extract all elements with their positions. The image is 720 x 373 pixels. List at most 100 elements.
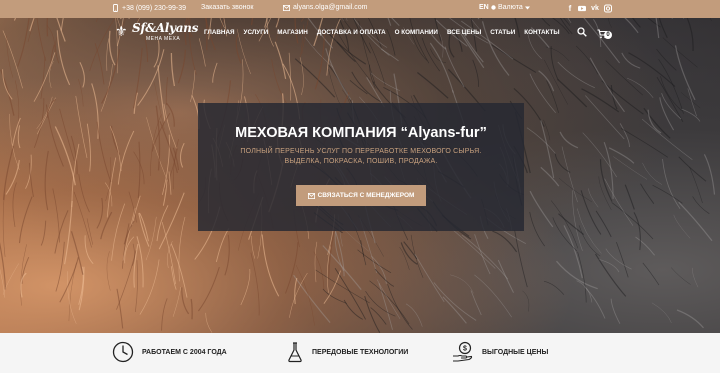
fur-strand <box>583 286 606 319</box>
fur-strand <box>444 46 465 88</box>
fur-strand <box>670 267 691 285</box>
fur-strand <box>656 48 677 71</box>
fur-strand <box>452 229 496 269</box>
fur-strand <box>414 254 445 303</box>
search-icon[interactable] <box>577 27 587 37</box>
fur-strand <box>680 92 701 109</box>
fur-strand <box>603 142 614 199</box>
fur-strand <box>157 65 166 122</box>
fur-strand <box>100 211 113 240</box>
contact-manager-button[interactable]: СВЯЗАТЬСЯ С МЕНЕДЖЕРОМ <box>296 185 426 206</box>
fur-strand <box>619 123 630 148</box>
nav-item-shop[interactable]: МАГАЗИН <box>277 29 308 36</box>
fur-strand <box>642 162 663 185</box>
facebook-icon[interactable]: f <box>566 4 574 13</box>
currency-dropdown[interactable]: Валюта <box>491 4 530 11</box>
fur-strand <box>9 113 20 170</box>
fur-strand <box>224 234 230 276</box>
language-switch[interactable]: EN <box>479 4 489 11</box>
fur-strand <box>96 121 112 183</box>
fur-strand <box>12 182 17 227</box>
fur-strand <box>561 146 578 203</box>
feature-label: ВЫГОДНЫЕ ЦЕНЫ <box>482 348 549 356</box>
fur-strand <box>96 197 104 229</box>
callback-link[interactable]: Заказать звонок <box>201 4 253 11</box>
fur-strand <box>461 234 509 280</box>
fur-strand <box>611 202 654 240</box>
fur-strand <box>491 44 537 73</box>
fur-strand <box>294 58 336 98</box>
nav-item-delivery[interactable]: ДОСТАВКА И ОПЛАТА <box>317 29 386 36</box>
fur-strand <box>652 184 683 204</box>
fur-strand <box>678 201 713 242</box>
nav-item-articles[interactable]: СТАТЬИ <box>490 29 515 36</box>
fur-strand <box>470 290 482 316</box>
fox-logo-icon: ⚜ <box>115 23 128 39</box>
fur-strand <box>557 78 588 108</box>
fur-strand <box>181 287 190 315</box>
nav-item-services[interactable]: УСЛУГИ <box>244 29 269 36</box>
fur-strand <box>604 178 634 226</box>
fur-strand <box>14 80 20 127</box>
site-logo[interactable]: ⚜ Sf&Alyans MEHA MEXA <box>115 21 198 45</box>
fur-strand <box>124 236 135 264</box>
fur-strand <box>522 290 530 312</box>
fur-strand <box>594 253 627 297</box>
fur-strand <box>78 78 84 107</box>
feature-label: ПЕРЕДОВЫЕ ТЕХНОЛОГИИ <box>312 348 409 356</box>
fur-strand <box>608 147 635 164</box>
fur-strand <box>357 249 392 274</box>
nav-menu: ГЛАВНАЯ УСЛУГИ МАГАЗИН ДОСТАВКА И ОПЛАТА… <box>204 29 560 36</box>
fur-strand <box>17 125 21 149</box>
fur-strand <box>474 234 491 275</box>
fur-strand <box>261 234 280 297</box>
email-address[interactable]: alyans.olga@gmail.com <box>293 4 367 11</box>
email-contact[interactable]: alyans.olga@gmail.com <box>283 4 367 11</box>
fur-strand <box>100 63 113 112</box>
fur-strand <box>212 62 218 83</box>
top-bar: +38 (099) 230-99-39 Заказать звонок alya… <box>0 0 720 18</box>
vk-icon[interactable]: vk <box>590 4 600 13</box>
fur-strand <box>526 127 556 154</box>
fur-strand <box>616 241 629 278</box>
logo-brand-text: Sf&Alyans <box>132 21 199 35</box>
fur-strand <box>692 196 710 214</box>
phone-contact[interactable]: +38 (099) 230-99-39 <box>113 4 186 12</box>
nav-item-home[interactable]: ГЛАВНАЯ <box>204 29 235 36</box>
fur-strand <box>474 274 512 318</box>
features-strip: РАБОТАЕМ С 2004 ГОДА ПЕРЕДОВЫЕ ТЕХНОЛОГИ… <box>0 333 720 373</box>
fur-strand <box>674 45 696 101</box>
fur-strand <box>662 159 681 209</box>
fur-strand <box>381 48 399 62</box>
hero-subtitle: ПОЛНЫЙ ПЕРЕЧЕНЬ УСЛУГ ПО ПЕРЕРАБОТКЕ МЕХ… <box>198 147 524 167</box>
phone-number[interactable]: +38 (099) 230-99-39 <box>122 5 186 12</box>
hero-section: ⚜ Sf&Alyans MEHA MEXA ГЛАВНАЯ УСЛУГИ МАГ… <box>0 18 720 333</box>
fur-strand <box>73 191 92 248</box>
fur-strand <box>33 98 45 149</box>
fur-strand <box>197 266 220 312</box>
fur-strand <box>251 235 256 259</box>
fur-strand <box>676 309 704 329</box>
flask-icon <box>288 342 302 363</box>
main-navigation: ⚜ Sf&Alyans MEHA MEXA ГЛАВНАЯ УСЛУГИ МАГ… <box>0 18 720 46</box>
fur-strand <box>442 296 467 324</box>
fur-strand <box>117 130 135 185</box>
fur-strand <box>322 288 347 304</box>
fur-strand <box>314 241 318 283</box>
fur-strand <box>274 41 287 79</box>
nav-item-prices[interactable]: ВСЕ ЦЕНЫ <box>447 29 481 36</box>
fur-strand <box>546 80 559 113</box>
fur-strand <box>624 184 635 210</box>
nav-item-about[interactable]: О КОМПАНИИ <box>395 29 438 36</box>
cart-button[interactable]: 0 <box>597 26 612 39</box>
fur-strand <box>295 264 315 326</box>
youtube-icon[interactable] <box>578 4 586 13</box>
instagram-icon[interactable] <box>604 4 612 13</box>
fur-strand <box>387 284 413 330</box>
currency-label: Валюта <box>498 4 523 11</box>
fur-strand <box>563 225 583 279</box>
hero-subtitle-line-2: ВЫДЕЛКА, ПОКРАСКА, ПОШИВ, ПРОДАЖА. <box>284 158 438 165</box>
nav-item-contacts[interactable]: КОНТАКТЫ <box>524 29 559 36</box>
fur-strand <box>450 274 474 294</box>
fur-strand <box>628 52 676 88</box>
